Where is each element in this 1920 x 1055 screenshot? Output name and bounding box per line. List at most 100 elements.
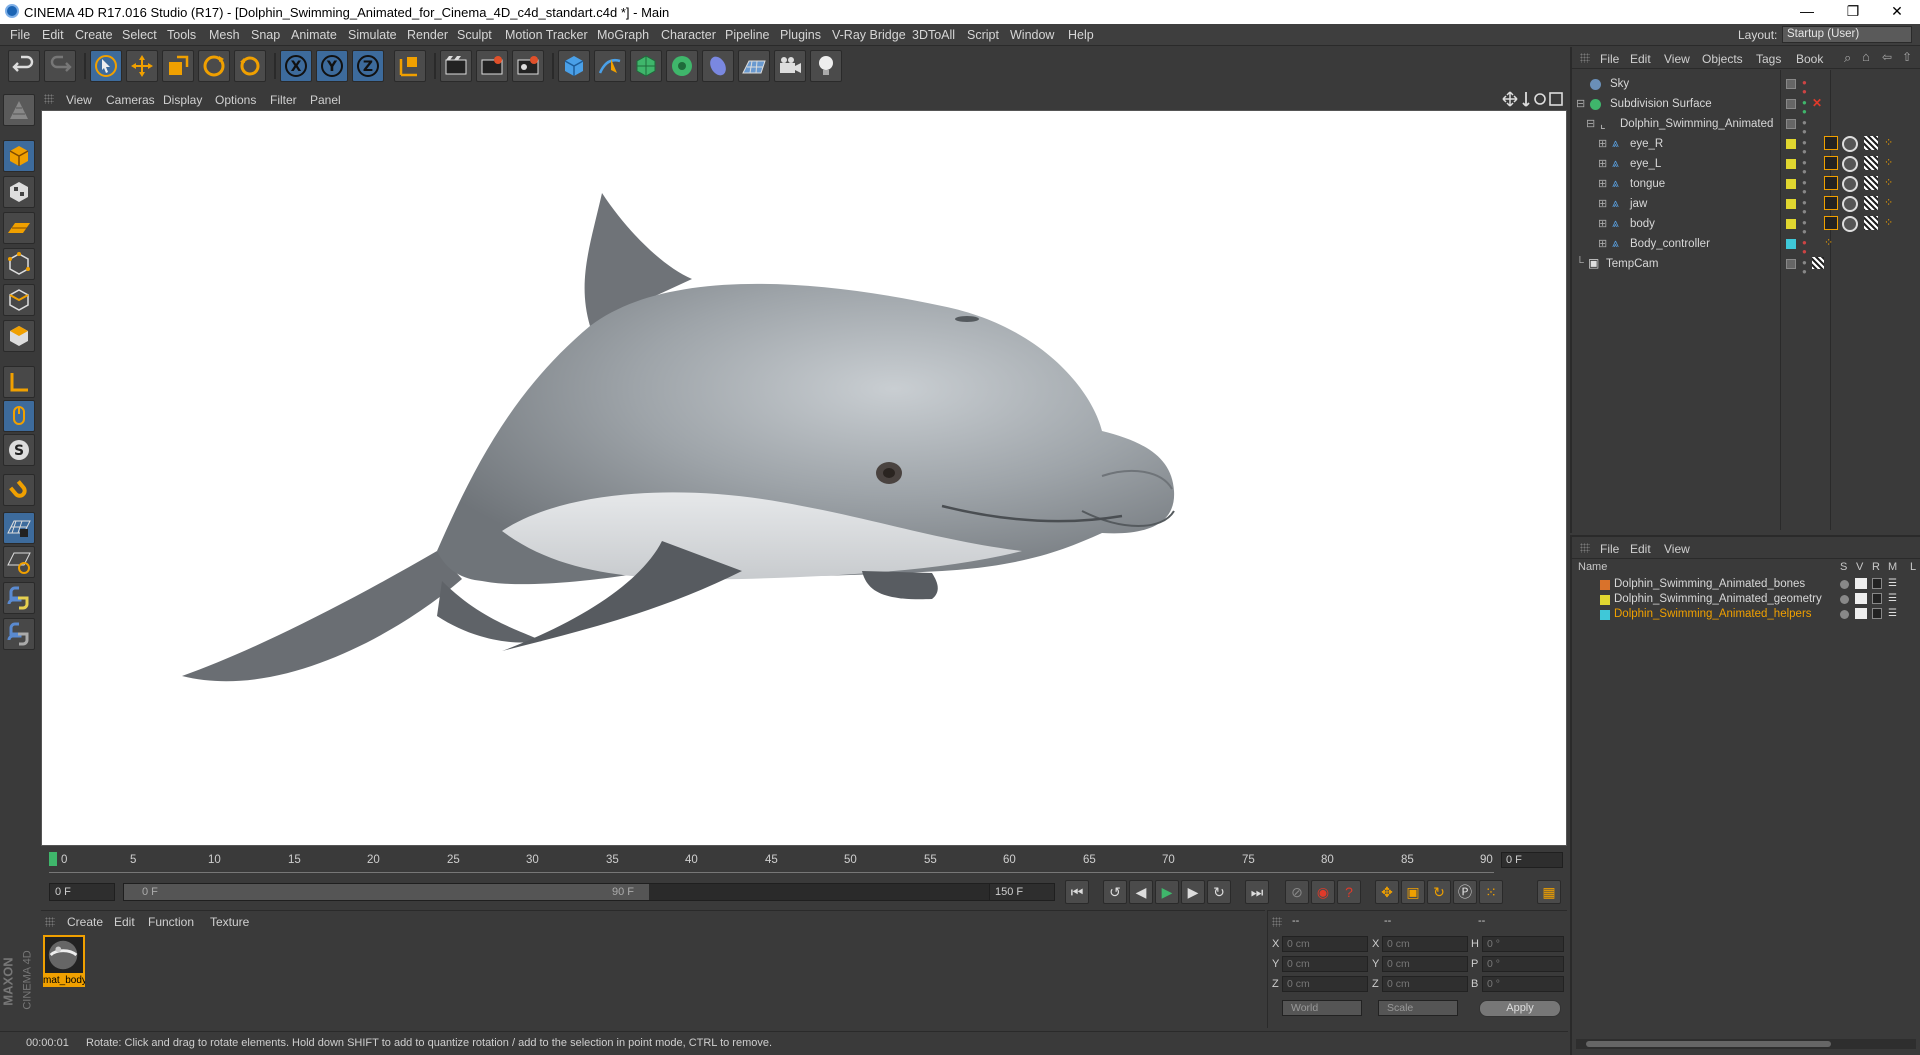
- uvw-tag-icon[interactable]: [1864, 136, 1878, 150]
- rotation-b-field[interactable]: 0 °: [1482, 976, 1564, 992]
- layer-row-geometry[interactable]: Dolphin_Swimming_Animated_geometry ☰: [1572, 592, 1920, 607]
- render-view-icon[interactable]: [440, 50, 472, 82]
- subdivision-icon[interactable]: [630, 50, 662, 82]
- collapse-icon[interactable]: ⊟: [1576, 97, 1585, 110]
- scale-icon[interactable]: [162, 50, 194, 82]
- next-frame-icon[interactable]: ▶: [1181, 880, 1205, 904]
- expand-icon[interactable]: ⊞: [1598, 137, 1607, 150]
- uvw-tag-icon[interactable]: [1864, 216, 1878, 230]
- material-tag-icon[interactable]: [1842, 196, 1858, 212]
- close-button[interactable]: ✕: [1874, 0, 1920, 24]
- workplane-mode-icon[interactable]: [3, 212, 35, 244]
- material-tag-icon[interactable]: [1842, 216, 1858, 232]
- frame-range-slider[interactable]: 0 F 90 F: [123, 883, 1023, 901]
- menu-tools[interactable]: Tools: [167, 28, 196, 42]
- material-tag-icon[interactable]: [1842, 176, 1858, 192]
- layer-color-swatch[interactable]: [1786, 199, 1796, 209]
- weight-tag-icon[interactable]: [1824, 196, 1838, 210]
- view-toggle-icon[interactable]: [1855, 593, 1867, 604]
- lm-menu-view[interactable]: View: [1664, 542, 1690, 556]
- object-row-subdivision-surface[interactable]: ⊟ Subdivision Surface ● ● ✕: [1572, 94, 1920, 116]
- record-active-icon[interactable]: ⊘: [1285, 880, 1309, 904]
- view-toggle-icon[interactable]: [1855, 578, 1867, 589]
- disabled-x-icon[interactable]: ✕: [1812, 96, 1822, 110]
- menu-script[interactable]: Script: [967, 28, 999, 42]
- next-key-icon[interactable]: ↻: [1207, 880, 1231, 904]
- constraint-tag-icon[interactable]: ⁘: [1824, 236, 1833, 249]
- material-menu-edit[interactable]: Edit: [114, 915, 135, 929]
- snap-icon[interactable]: S: [3, 434, 35, 466]
- manager-toggle-icon[interactable]: ☰: [1888, 593, 1897, 604]
- coordinate-mode-select[interactable]: World: [1282, 1000, 1362, 1016]
- menu-create[interactable]: Create: [75, 28, 113, 42]
- edit-render-settings-icon[interactable]: [512, 50, 544, 82]
- make-editable-icon[interactable]: [3, 94, 35, 126]
- menu-character[interactable]: Character: [661, 28, 716, 42]
- object-row-eye-l[interactable]: ⊞ ⩓ eye_L ● ● ⁘: [1572, 154, 1920, 176]
- play-icon[interactable]: ▶: [1155, 880, 1179, 904]
- end-frame-field[interactable]: 150 F: [989, 883, 1055, 901]
- rotate-icon[interactable]: [198, 50, 230, 82]
- size-x-field[interactable]: 0 cm: [1382, 936, 1468, 952]
- editor-visibility-icon[interactable]: [1786, 99, 1796, 109]
- position-z-field[interactable]: 0 cm: [1282, 976, 1368, 992]
- point-level-key-icon[interactable]: ⁙: [1479, 880, 1503, 904]
- go-to-start-icon[interactable]: ⏮: [1065, 880, 1089, 904]
- weight-tag-icon[interactable]: [1824, 216, 1838, 230]
- render-picture-viewer-icon[interactable]: [476, 50, 508, 82]
- object-row-body-controller[interactable]: ⊞ ⩓ Body_controller ● ● ⁘: [1572, 234, 1920, 256]
- rotation-p-field[interactable]: 0 °: [1482, 956, 1564, 972]
- undo-icon[interactable]: [8, 50, 40, 82]
- expand-icon[interactable]: ⊞: [1598, 177, 1607, 190]
- cloner-icon[interactable]: [666, 50, 698, 82]
- skin-tag-icon[interactable]: ⁘: [1884, 216, 1893, 229]
- tweak-mode-icon[interactable]: [3, 400, 35, 432]
- skin-tag-icon[interactable]: ⁘: [1884, 136, 1893, 149]
- size-mode-select[interactable]: Scale: [1378, 1000, 1458, 1016]
- python-icon[interactable]: [3, 582, 35, 614]
- weight-tag-icon[interactable]: [1824, 176, 1838, 190]
- material-thumbnail[interactable]: [43, 935, 85, 975]
- manager-toggle-icon[interactable]: ☰: [1888, 608, 1897, 619]
- z-axis-icon[interactable]: Z: [352, 50, 384, 82]
- menu-select[interactable]: Select: [122, 28, 157, 42]
- uvw-tag-icon[interactable]: [1864, 196, 1878, 210]
- om-home-icon[interactable]: ⌂: [1862, 49, 1870, 64]
- weight-tag-icon[interactable]: [1824, 136, 1838, 150]
- menu-3dtoall[interactable]: 3DToAll: [912, 28, 955, 42]
- material-menu-texture[interactable]: Texture: [210, 915, 249, 929]
- model-mode-icon[interactable]: [3, 140, 35, 172]
- solo-toggle-icon[interactable]: [1840, 610, 1849, 619]
- render-visibility-icon[interactable]: ● ●: [1802, 258, 1807, 276]
- cube-icon[interactable]: [558, 50, 590, 82]
- previous-frame-icon[interactable]: ◀: [1129, 880, 1153, 904]
- edges-mode-icon[interactable]: [3, 284, 35, 316]
- axis-mode-icon[interactable]: [3, 366, 35, 398]
- expand-icon[interactable]: ⊞: [1598, 157, 1607, 170]
- position-y-field[interactable]: 0 cm: [1282, 956, 1368, 972]
- collapse-icon[interactable]: ⊟: [1586, 117, 1595, 130]
- layer-color-swatch[interactable]: [1786, 139, 1796, 149]
- size-y-field[interactable]: 0 cm: [1382, 956, 1468, 972]
- camera-icon[interactable]: [774, 50, 806, 82]
- material-name[interactable]: mat_body: [43, 975, 85, 987]
- object-row-eye-r[interactable]: ⊞ ⩓ eye_R ● ● ⁘: [1572, 134, 1920, 156]
- grid-snap-icon[interactable]: [3, 512, 35, 544]
- om-menu-view[interactable]: View: [1664, 52, 1690, 66]
- om-menu-file[interactable]: File: [1600, 52, 1619, 66]
- menu-motion-tracker[interactable]: Motion Tracker: [505, 28, 588, 42]
- menu-animate[interactable]: Animate: [291, 28, 337, 42]
- rotation-h-field[interactable]: 0 °: [1482, 936, 1564, 952]
- position-key-icon[interactable]: ✥: [1375, 880, 1399, 904]
- om-up-icon[interactable]: ⇧: [1902, 50, 1912, 64]
- protection-tag-icon[interactable]: [1812, 257, 1824, 269]
- skin-tag-icon[interactable]: ⁘: [1884, 156, 1893, 169]
- coordinate-system-icon[interactable]: [394, 50, 426, 82]
- menu-file[interactable]: File: [10, 28, 30, 42]
- om-back-icon[interactable]: ⇦: [1882, 50, 1892, 64]
- weight-tag-icon[interactable]: [1824, 156, 1838, 170]
- expand-icon[interactable]: ⊞: [1598, 237, 1607, 250]
- timeline[interactable]: 0 5 10 15 20 25 30 35 40 45 50 55 60 65 …: [41, 846, 1567, 878]
- floor-icon[interactable]: [738, 50, 770, 82]
- menu-render[interactable]: Render: [407, 28, 448, 42]
